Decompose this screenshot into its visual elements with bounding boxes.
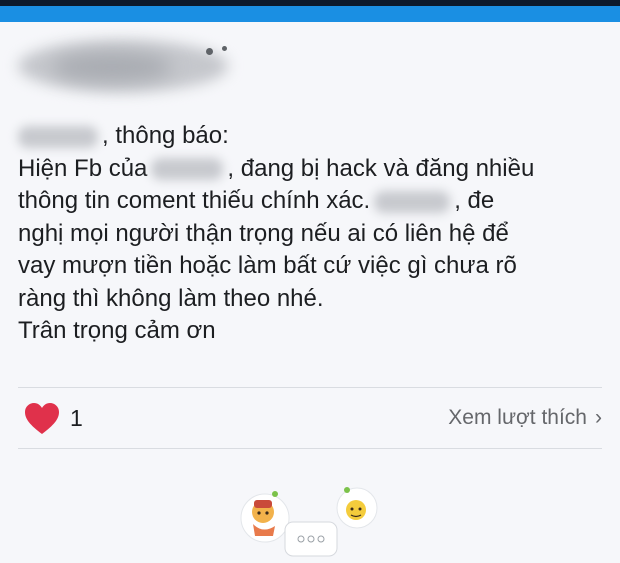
blurred-name: [18, 125, 98, 148]
post-line-3: thông tin coment thiếu chính xác., đe: [18, 187, 495, 214]
browser-top-bar: [0, 0, 620, 22]
heart-icon[interactable]: [24, 402, 60, 436]
reactions-divider-bottom: [18, 448, 602, 449]
blurred-name: [374, 190, 451, 213]
see-likes-link[interactable]: Xem lượt thích ›: [448, 406, 602, 430]
post-line-5: vay mượn tiền hoặc làm bất cứ việc gì ch…: [18, 252, 517, 279]
post-line-6: ràng thì không làm theo nhé.: [18, 284, 324, 312]
like-count: 1: [70, 405, 83, 431]
dot-icon: [206, 48, 213, 55]
reactions-divider-top: [18, 387, 602, 388]
post-line-2: Hiện Fb của, đang bị hack và đăng nhiều: [18, 154, 535, 182]
emoji-sticker-illustration: [240, 487, 378, 557]
post-text: , thông báo: Hiện Fb của, đang bị hack v…: [18, 120, 608, 348]
see-likes-label: Xem lượt thích: [448, 406, 587, 429]
dot-icon: [222, 46, 227, 51]
post-line-4: nghị mọi người thận trọng nếu ai có liên…: [18, 219, 509, 247]
post-line-7: Trân trọng cảm ơn: [18, 317, 216, 344]
blurred-author-name-detail: [52, 52, 172, 82]
chevron-right-icon: ›: [595, 406, 602, 429]
blurred-name: [151, 158, 224, 181]
post-line-1: , thông báo:: [18, 120, 608, 153]
